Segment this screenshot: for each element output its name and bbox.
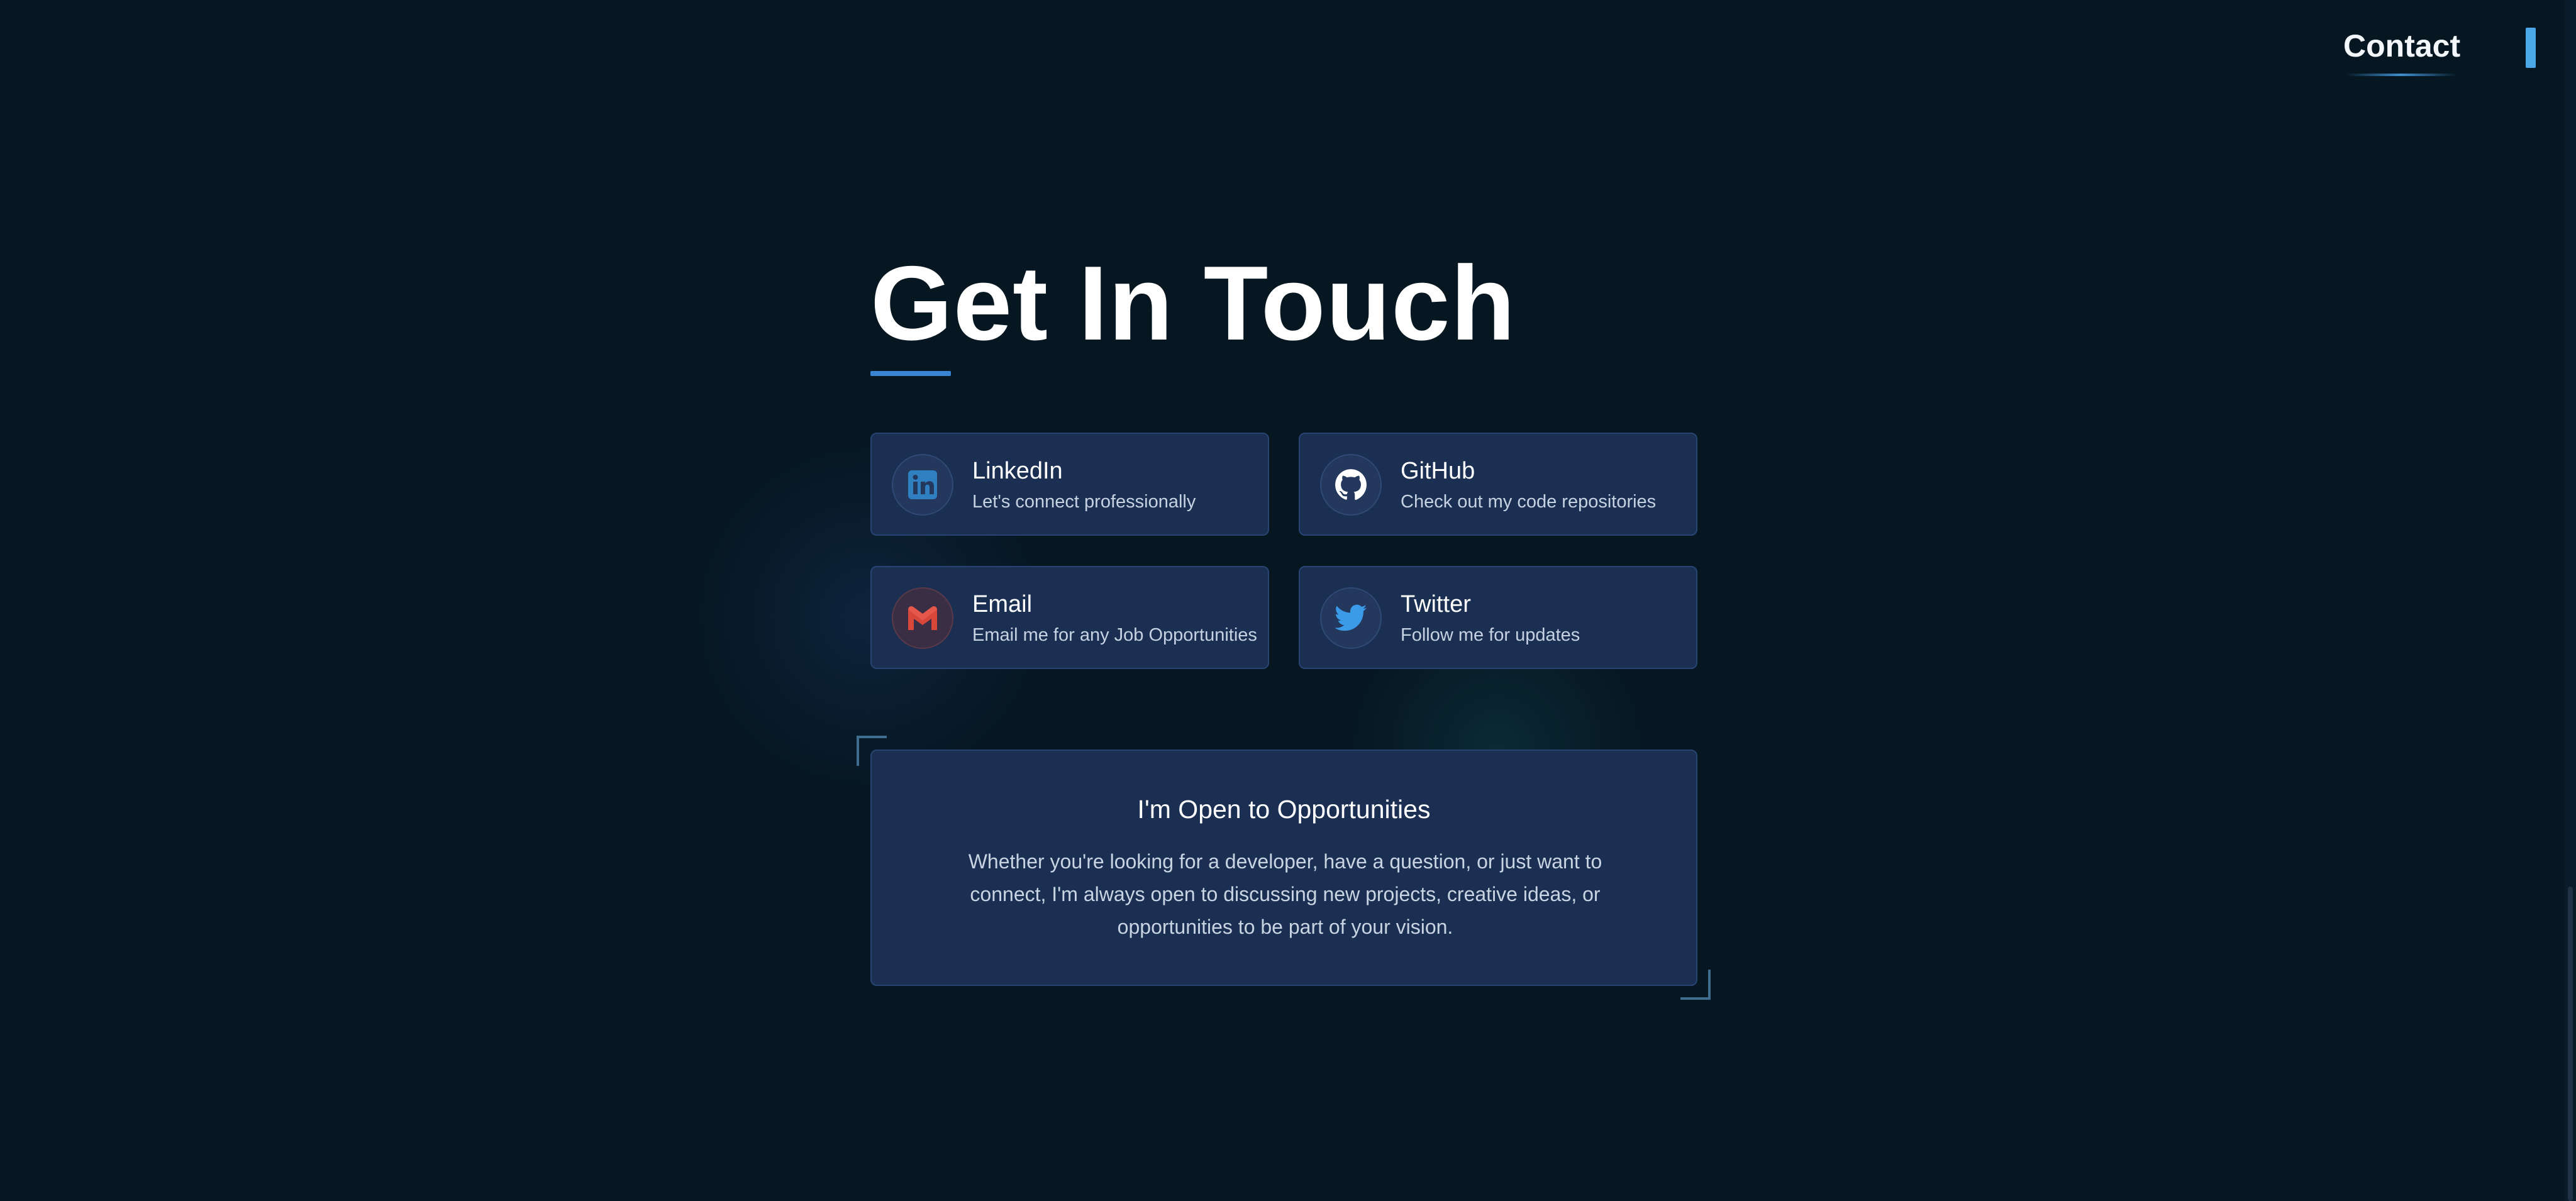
- nav-active-underline: [2346, 74, 2457, 76]
- twitter-icon-wrapper: [1320, 587, 1382, 649]
- contact-card-description: Let's connect professionally: [972, 492, 1196, 512]
- github-icon-wrapper: [1320, 454, 1382, 516]
- gmail-icon: [908, 606, 937, 630]
- linkedin-icon-wrapper: [892, 454, 953, 516]
- linkedin-icon: [908, 470, 937, 499]
- contact-card-label: Twitter: [1401, 591, 1471, 617]
- page-title: Get In Touch: [870, 244, 1516, 362]
- page-scrollbar-thumb[interactable]: [2568, 887, 2573, 1201]
- github-icon: [1335, 469, 1367, 500]
- gmail-icon-wrapper: [892, 587, 953, 649]
- opportunities-body: Whether you're looking for a developer, …: [968, 850, 1602, 938]
- contact-page: Contact Get In Touch LinkedIn Let's conn…: [0, 0, 2576, 1201]
- title-underline: [870, 371, 951, 376]
- opportunities-panel: I'm Open to Opportunities Whether you're…: [870, 750, 1697, 986]
- contact-card-twitter[interactable]: Twitter Follow me for updates: [1299, 566, 1697, 669]
- opportunities-title: I'm Open to Opportunities: [1137, 795, 1431, 824]
- nav-link-contact[interactable]: Contact: [2343, 28, 2460, 64]
- contact-card-description: Email me for any Job Opportunities: [972, 625, 1257, 645]
- contact-card-linkedin[interactable]: LinkedIn Let's connect professionally: [870, 433, 1269, 536]
- corner-bracket-bottom-right: [1680, 970, 1711, 1000]
- contact-card-label: LinkedIn: [972, 458, 1063, 484]
- twitter-icon: [1335, 604, 1367, 631]
- contact-card-github[interactable]: GitHub Check out my code repositories: [1299, 433, 1697, 536]
- contact-card-email[interactable]: Email Email me for any Job Opportunities: [870, 566, 1269, 669]
- contact-card-description: Follow me for updates: [1401, 625, 1580, 645]
- scroll-progress-indicator: [2526, 28, 2536, 68]
- contact-card-description: Check out my code repositories: [1401, 492, 1657, 512]
- contact-card-label: GitHub: [1401, 458, 1475, 484]
- contact-card-label: Email: [972, 591, 1033, 617]
